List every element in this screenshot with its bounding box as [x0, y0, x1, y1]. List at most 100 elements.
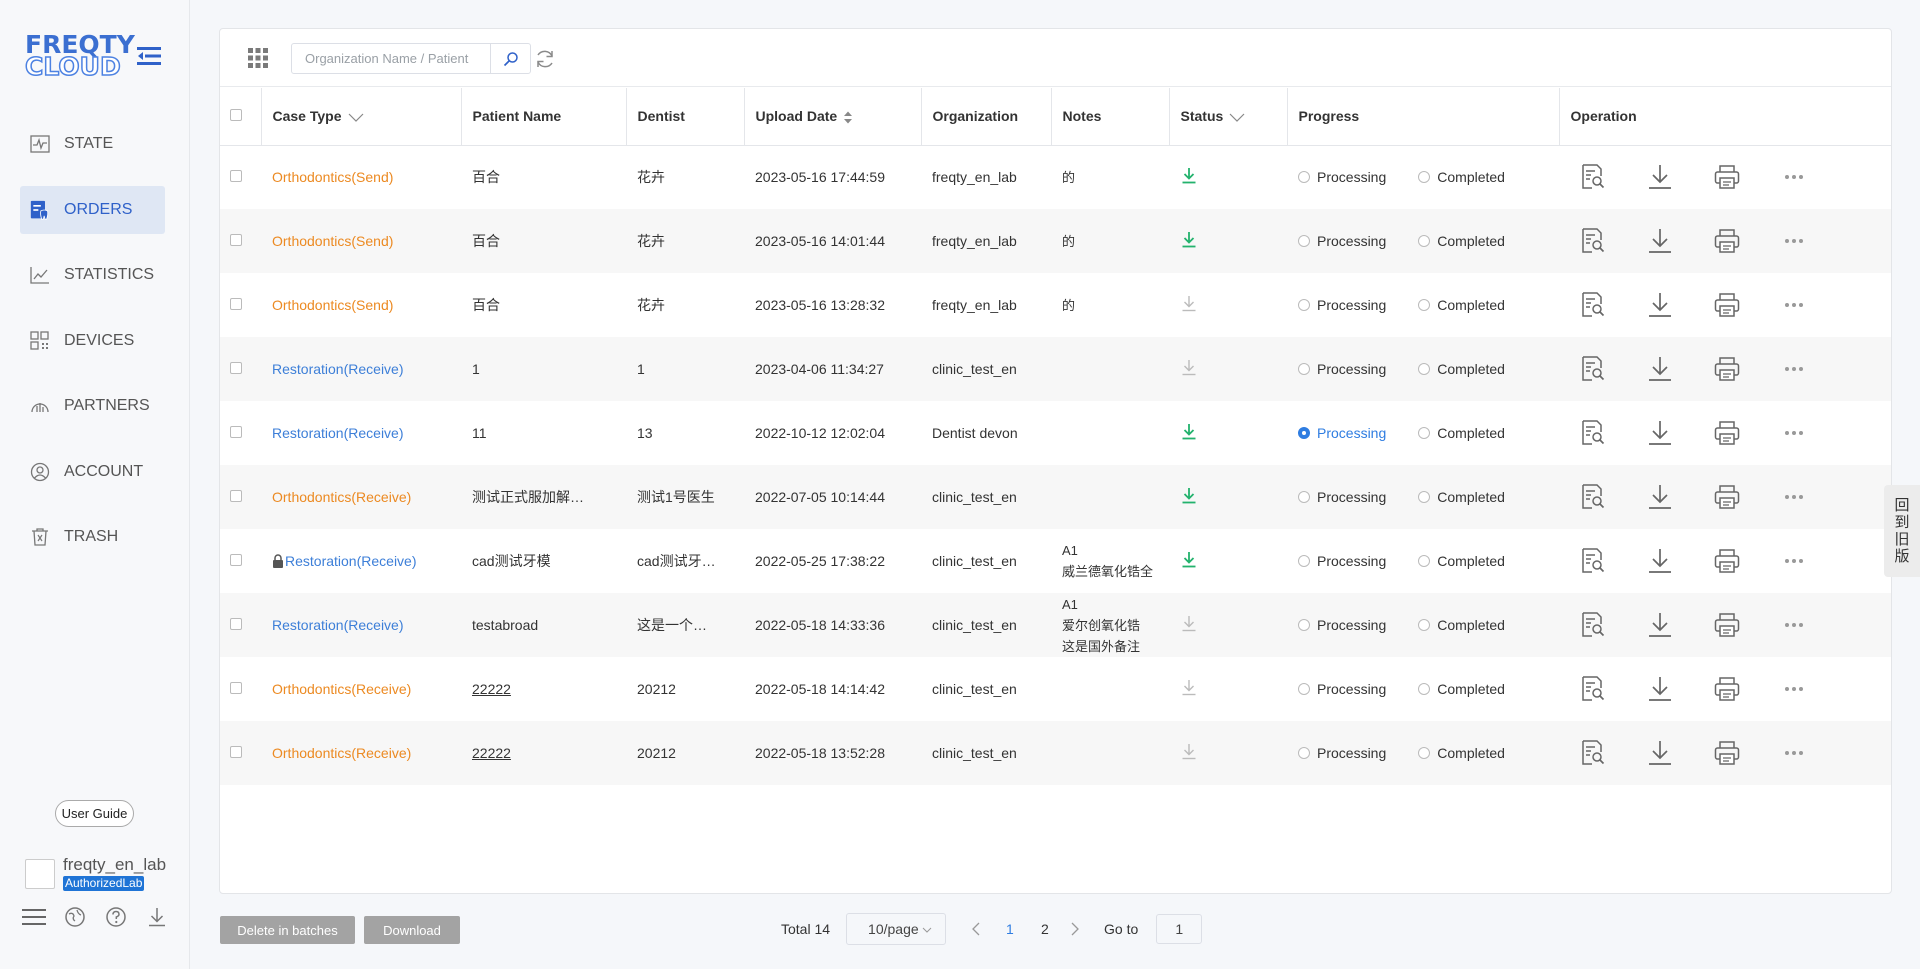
download-icon[interactable]: [1647, 612, 1673, 638]
download-ready-icon[interactable]: [1181, 552, 1197, 571]
table-row[interactable]: Orthodontics(Send) 百合 花卉 2023-05-16 13:28:3…: [220, 273, 1891, 337]
view-details-icon[interactable]: [1580, 740, 1606, 766]
more-options-icon[interactable]: [1781, 740, 1807, 766]
view-details-icon[interactable]: [1580, 676, 1606, 702]
processing-radio[interactable]: Processing: [1298, 489, 1386, 505]
processing-radio[interactable]: Processing: [1298, 297, 1386, 313]
processing-radio[interactable]: Processing: [1298, 553, 1386, 569]
download-icon[interactable]: [1647, 740, 1673, 766]
user-guide-button[interactable]: User Guide: [55, 800, 134, 827]
print-icon[interactable]: [1714, 228, 1740, 254]
case-type-link[interactable]: Orthodontics(Send): [272, 169, 393, 185]
download-icon[interactable]: [1647, 356, 1673, 382]
refresh-icon[interactable]: [534, 48, 556, 70]
completed-radio[interactable]: Completed: [1418, 361, 1505, 377]
next-page-icon[interactable]: [1070, 922, 1084, 936]
prev-page-icon[interactable]: [971, 922, 985, 936]
print-icon[interactable]: [1714, 548, 1740, 574]
select-all-checkbox[interactable]: [230, 109, 242, 122]
more-options-icon[interactable]: [1781, 612, 1807, 638]
row-checkbox[interactable]: [230, 170, 242, 183]
upload-date-header[interactable]: Upload Date: [744, 88, 922, 146]
nav-item-account[interactable]: ACCOUNT: [20, 448, 165, 496]
print-icon[interactable]: [1714, 612, 1740, 638]
download-icon[interactable]: [1647, 292, 1673, 318]
case-type-header[interactable]: Case Type: [261, 88, 462, 146]
more-options-icon[interactable]: [1781, 484, 1807, 510]
case-type-link[interactable]: Orthodontics(Receive): [272, 745, 411, 761]
completed-radio[interactable]: Completed: [1418, 681, 1505, 697]
case-type-link[interactable]: Orthodontics(Receive): [272, 681, 411, 697]
download-ready-icon[interactable]: [1181, 488, 1197, 507]
completed-radio[interactable]: Completed: [1418, 553, 1505, 569]
download-button[interactable]: Download: [364, 916, 460, 944]
row-checkbox[interactable]: [230, 554, 242, 566]
table-row[interactable]: Restoration(Receive) cad测试牙模 cad测试牙… 2022-0…: [220, 529, 1891, 593]
table-row[interactable]: Restoration(Receive) 11 13 2022-10-12 12:02…: [220, 401, 1891, 465]
row-checkbox[interactable]: [230, 490, 242, 502]
case-type-link[interactable]: Restoration(Receive): [272, 425, 404, 441]
table-row[interactable]: Orthodontics(Send) 百合 花卉 2023-05-16 17:44:5…: [220, 145, 1891, 209]
row-checkbox[interactable]: [230, 618, 242, 630]
view-details-icon[interactable]: [1580, 612, 1606, 638]
processing-radio[interactable]: Processing: [1298, 361, 1386, 377]
user-profile[interactable]: freqty_en_lab AuthorizedLab: [25, 855, 175, 895]
case-type-link[interactable]: Restoration(Receive): [285, 553, 417, 569]
search-button[interactable]: [490, 44, 530, 73]
nav-item-devices[interactable]: DEVICES: [20, 317, 165, 365]
nav-item-state[interactable]: STATE: [20, 120, 165, 168]
completed-radio[interactable]: Completed: [1418, 617, 1505, 633]
status-header[interactable]: Status: [1169, 88, 1288, 146]
more-options-icon[interactable]: [1781, 292, 1807, 318]
print-icon[interactable]: [1714, 676, 1740, 702]
case-type-link[interactable]: Restoration(Receive): [272, 617, 404, 633]
row-checkbox[interactable]: [230, 426, 242, 438]
more-options-icon[interactable]: [1781, 420, 1807, 446]
completed-radio[interactable]: Completed: [1418, 233, 1505, 249]
sort-icon[interactable]: [843, 110, 853, 125]
download-app-icon[interactable]: [145, 905, 169, 929]
processing-radio[interactable]: Processing: [1298, 425, 1386, 441]
language-globe-icon[interactable]: [63, 905, 87, 929]
view-details-icon[interactable]: [1580, 548, 1606, 574]
more-options-icon[interactable]: [1781, 676, 1807, 702]
row-checkbox[interactable]: [230, 746, 242, 758]
download-icon[interactable]: [1647, 676, 1673, 702]
help-question-icon[interactable]: [104, 905, 128, 929]
download-ready-icon[interactable]: [1181, 232, 1197, 251]
row-checkbox[interactable]: [230, 682, 242, 694]
freqty-cloud-logo[interactable]: FREQTY CLOUD: [24, 30, 165, 80]
print-icon[interactable]: [1714, 740, 1740, 766]
more-options-icon[interactable]: [1781, 228, 1807, 254]
print-icon[interactable]: [1714, 420, 1740, 446]
completed-radio[interactable]: Completed: [1418, 745, 1505, 761]
nav-item-orders[interactable]: ORDERS: [20, 185, 165, 234]
patient-name[interactable]: 22222: [472, 681, 511, 697]
download-icon[interactable]: [1647, 164, 1673, 190]
filter-chevron-icon[interactable]: [1229, 113, 1245, 122]
table-row[interactable]: Orthodontics(Receive) 22222 20212 2022-05-1…: [220, 721, 1891, 785]
view-details-icon[interactable]: [1580, 484, 1606, 510]
download-icon[interactable]: [1647, 228, 1673, 254]
view-details-icon[interactable]: [1580, 356, 1606, 382]
collapse-menu-icon[interactable]: [137, 45, 161, 67]
print-icon[interactable]: [1714, 484, 1740, 510]
page-2-button[interactable]: 2: [1041, 921, 1055, 937]
more-options-icon[interactable]: [1781, 164, 1807, 190]
case-type-link[interactable]: Orthodontics(Send): [272, 233, 393, 249]
download-icon[interactable]: [1647, 420, 1673, 446]
view-details-icon[interactable]: [1580, 292, 1606, 318]
delete-in-batches-button[interactable]: Delete in batches: [220, 916, 355, 944]
page-1-button[interactable]: 1: [1006, 921, 1020, 937]
download-ready-icon[interactable]: [1181, 424, 1197, 443]
row-checkbox[interactable]: [230, 362, 242, 374]
processing-radio[interactable]: Processing: [1298, 233, 1386, 249]
table-row[interactable]: Restoration(Receive) 1 1 2023-04-06 11:34:2…: [220, 337, 1891, 401]
case-type-link[interactable]: Restoration(Receive): [272, 361, 404, 377]
more-options-icon[interactable]: [1781, 548, 1807, 574]
completed-radio[interactable]: Completed: [1418, 489, 1505, 505]
table-row[interactable]: Orthodontics(Receive) 22222 20212 2022-05-1…: [220, 657, 1891, 721]
processing-radio[interactable]: Processing: [1298, 617, 1386, 633]
nav-item-trash[interactable]: TRASH: [20, 513, 165, 561]
hamburger-menu-icon[interactable]: [22, 905, 46, 929]
